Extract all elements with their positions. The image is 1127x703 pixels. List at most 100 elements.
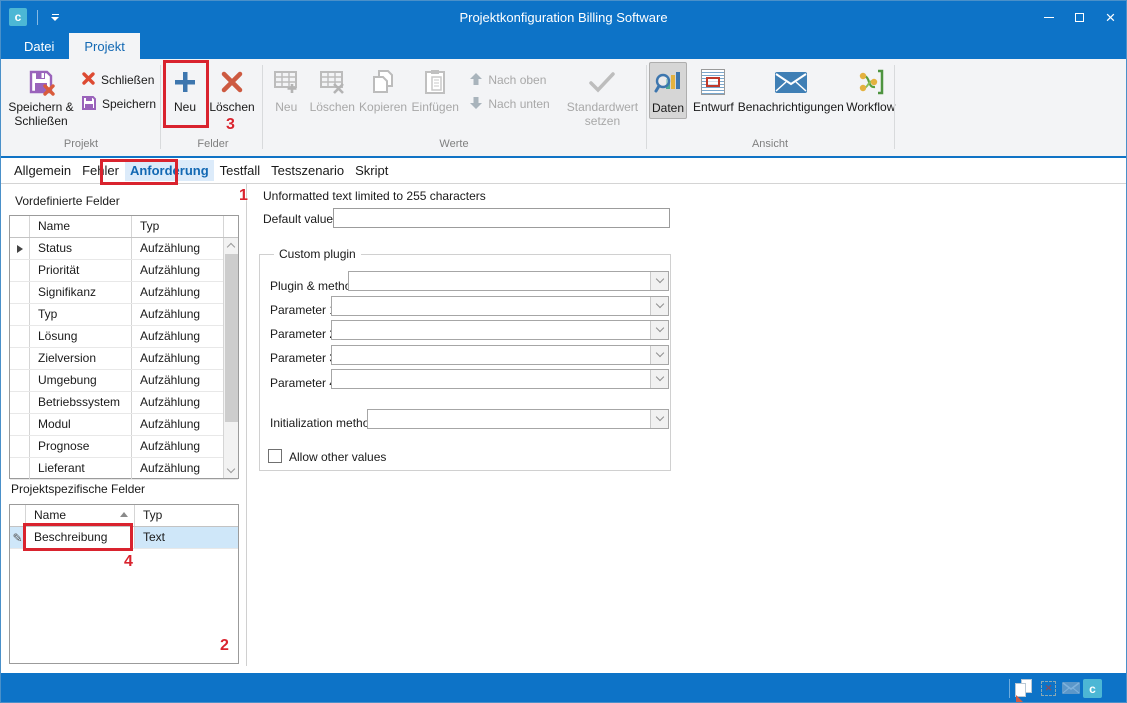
- parameter2-dropdown[interactable]: [331, 320, 669, 340]
- table-row[interactable]: ZielversionAufzählung: [10, 348, 238, 370]
- design-view-button[interactable]: Entwurf: [691, 62, 736, 117]
- save-project-button[interactable]: Speichern: [81, 92, 156, 116]
- cell-typ: Aufzählung: [132, 392, 223, 413]
- new-value-button: Neu: [265, 62, 308, 117]
- table-row[interactable]: TypAufzählung: [10, 304, 238, 326]
- cell-name: Lösung: [30, 326, 132, 347]
- notifications-label: Benachrichtigungen: [738, 101, 844, 115]
- parameter2-label: Parameter 2: [270, 327, 336, 341]
- cell-typ: Aufzählung: [132, 304, 223, 325]
- dropdown-chevron-icon[interactable]: [650, 297, 668, 315]
- scrollbar-up-icon[interactable]: [224, 238, 238, 253]
- set-default-label: Standardwert setzen: [567, 101, 638, 129]
- cell-typ: Aufzählung: [132, 282, 223, 303]
- cell-name: Typ: [30, 304, 132, 325]
- allow-other-values-checkbox[interactable]: [268, 449, 282, 463]
- table-row[interactable]: BetriebssystemAufzählung: [10, 392, 238, 414]
- scrollbar-down-icon[interactable]: [224, 463, 238, 478]
- column-header-typ[interactable]: Typ: [132, 216, 224, 237]
- ribbon-separator: [646, 65, 647, 149]
- table-row[interactable]: SignifikanzAufzählung: [10, 282, 238, 304]
- delete-value-button: Löschen: [308, 62, 357, 117]
- cell-typ: Aufzählung: [132, 414, 223, 435]
- checkmark-icon: [588, 64, 616, 100]
- plugin-method-label: Plugin & method: [270, 279, 358, 293]
- tab-testszenario[interactable]: Testszenario: [266, 160, 349, 181]
- group-label-ansicht: Ansicht: [649, 138, 891, 154]
- statusbar-divider: [1009, 679, 1010, 698]
- table-row[interactable]: LieferantAufzählung: [10, 458, 238, 480]
- table-row[interactable]: ModulAufzählung: [10, 414, 238, 436]
- annotation-number-4: 4: [124, 553, 133, 571]
- cell-name: Lieferant: [30, 458, 132, 479]
- plugin-method-dropdown[interactable]: [348, 271, 669, 291]
- parameter1-label: Parameter 1: [270, 303, 336, 317]
- column-header-typ[interactable]: Typ: [135, 505, 238, 526]
- envelope-icon: [775, 64, 807, 100]
- cell-typ: Aufzählung: [132, 370, 223, 391]
- parameter4-dropdown[interactable]: [331, 369, 669, 389]
- page-front: [1015, 683, 1026, 697]
- table-row[interactable]: UmgebungAufzählung: [10, 370, 238, 392]
- ribbon-separator: [160, 65, 161, 149]
- column-header-name[interactable]: Name: [30, 216, 132, 237]
- data-view-button[interactable]: Daten: [649, 62, 687, 119]
- dropdown-chevron-icon[interactable]: [650, 370, 668, 388]
- table-row[interactable]: PrioritätAufzählung: [10, 260, 238, 282]
- save-project-icon: [81, 95, 97, 114]
- parameter4-label: Parameter 4: [270, 376, 336, 390]
- parameter1-dropdown[interactable]: [331, 296, 669, 316]
- content-area: Vordefinierte Felder Name Typ Status Auf…: [1, 184, 1126, 666]
- table-scrollbar[interactable]: [223, 238, 238, 478]
- default-value-input[interactable]: [333, 208, 670, 228]
- close-project-button[interactable]: Schließen: [81, 68, 156, 92]
- table-row[interactable]: Status Aufzählung: [10, 238, 238, 260]
- notifications-button[interactable]: Benachrichtigungen: [736, 62, 846, 117]
- move-down-label: Nach unten: [488, 97, 549, 111]
- design-view-label: Entwurf: [693, 101, 734, 115]
- tab-testfall[interactable]: Testfall: [215, 160, 265, 181]
- row-indicator-header: [10, 216, 30, 237]
- ribbon-group-ansicht: Daten Entwurf Benachrichtigungen: [649, 59, 891, 154]
- table-row[interactable]: LösungAufzählung: [10, 326, 238, 348]
- move-up-button: Nach oben: [469, 68, 562, 92]
- scrollbar-thumb[interactable]: [225, 254, 238, 422]
- statusbar-app-logo-icon[interactable]: c: [1083, 679, 1102, 698]
- save-close-icon: [27, 64, 55, 100]
- cell-typ: Aufzählung: [132, 326, 223, 347]
- table-plus-icon: [273, 64, 299, 100]
- ribbon-tab-datei[interactable]: Datei: [9, 33, 69, 59]
- dropdown-chevron-icon[interactable]: [650, 346, 668, 364]
- dropdown-chevron-icon[interactable]: [650, 321, 668, 339]
- cell-name: Prognose: [30, 436, 132, 457]
- annotation-number-3: 3: [226, 116, 235, 134]
- workflow-button[interactable]: Workflow: [846, 62, 896, 117]
- default-value-label: Default value:: [263, 212, 336, 226]
- custom-fields-title: Projektspezifische Felder: [11, 482, 145, 496]
- ribbon-tab-projekt[interactable]: Projekt: [69, 33, 139, 59]
- cell-name: Signifikanz: [30, 282, 132, 303]
- predefined-fields-title: Vordefinierte Felder: [15, 194, 120, 208]
- paste-clipboard-icon: [423, 64, 447, 100]
- data-magnifier-icon: [654, 65, 682, 101]
- save-and-close-button[interactable]: Speichern & Schließen: [5, 62, 77, 131]
- close-project-icon: [81, 71, 96, 89]
- table-row[interactable]: PrognoseAufzählung: [10, 436, 238, 458]
- titlebar: c Projektkonfiguration Billing Software …: [1, 1, 1126, 33]
- tab-skript[interactable]: Skript: [350, 160, 393, 181]
- cell-name: Priorität: [30, 260, 132, 281]
- ribbon-group-werte: Neu Löschen Kopieren: [265, 59, 643, 154]
- parameter3-dropdown[interactable]: [331, 345, 669, 365]
- cell-name: Zielversion: [30, 348, 132, 369]
- statusbar-data-view-icon[interactable]: [1013, 678, 1035, 699]
- dropdown-chevron-icon[interactable]: [650, 272, 668, 290]
- ribbon-tab-row: Datei Projekt: [1, 33, 1126, 59]
- save-close-label: Speichern & Schließen: [8, 101, 73, 129]
- set-default-button: Standardwert setzen: [562, 62, 643, 131]
- allow-other-values-label: Allow other values: [289, 450, 386, 464]
- tab-allgemein[interactable]: Allgemein: [9, 160, 76, 181]
- delete-field-button[interactable]: Löschen: [206, 62, 258, 117]
- group-label-werte: Werte: [265, 138, 643, 154]
- dropdown-chevron-icon[interactable]: [650, 410, 668, 428]
- init-method-dropdown[interactable]: [367, 409, 669, 429]
